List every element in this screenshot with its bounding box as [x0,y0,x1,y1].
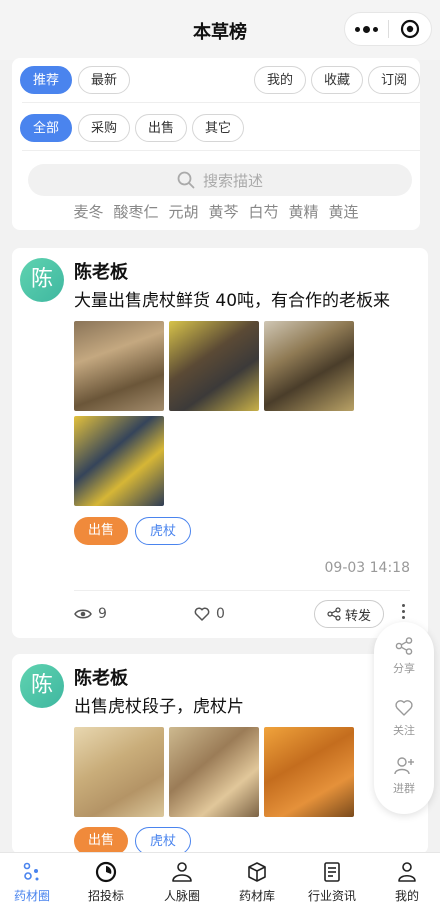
tab-subscriptions[interactable]: 订阅 [368,66,420,94]
tag-herb[interactable]: 虎杖 [135,827,192,855]
tab-industry-news[interactable]: 行业资讯 [296,861,368,904]
user-icon [398,862,416,882]
tag-sell[interactable]: 出售 [74,827,129,855]
tab-favorites[interactable]: 收藏 [311,66,363,94]
like-button[interactable]: 0 [194,606,225,622]
share-icon [327,607,341,621]
float-join-group-button[interactable]: 进群 [374,756,434,796]
herb-link[interactable]: 元胡 [168,203,198,221]
post-photo[interactable] [169,727,259,817]
filter-panel: 推荐 最新 我的 收藏 订阅 全部 采购 出售 其它 搜索描述 麦冬 酸枣仁 元胡黄… [12,58,420,230]
cube-icon [248,862,266,882]
hot-herb-list: 麦冬 酸枣仁 元胡 黄芩 白芍 黄精 黄连 [12,201,420,222]
eye-icon [74,609,92,619]
herb-link[interactable]: 黄精 [289,203,319,221]
bubbles-icon [23,862,39,881]
heart-icon [395,700,413,716]
post-photo[interactable] [74,416,164,506]
tab-herb-circle[interactable]: 药材圈 [0,861,68,904]
bottom-tab-bar: 药材圈 招投标 人脉圈 药材库 行业资讯 我的 [0,852,440,921]
users-icon [172,862,192,882]
post-photo[interactable] [74,727,164,817]
type-all[interactable]: 全部 [20,114,72,142]
author-name[interactable]: 陈老板 [74,664,128,690]
heart-icon [194,607,210,621]
type-sell[interactable]: 出售 [135,114,187,142]
add-user-icon [394,757,414,775]
target-icon [400,19,420,39]
post-photo[interactable] [169,321,259,411]
post-time: 09-03 14:18 [324,560,410,576]
tag-sell[interactable]: 出售 [74,517,129,545]
type-purchase[interactable]: 采购 [78,114,130,142]
avatar[interactable]: 陈 [20,664,64,708]
avatar[interactable]: 陈 [20,258,64,302]
floating-action-bar: 分享 关注 进群 [374,622,434,814]
tab-contacts[interactable]: 人脉圈 [146,861,218,904]
tab-herb-library[interactable]: 药材库 [221,861,293,904]
author-name[interactable]: 陈老板 [74,258,128,284]
nav-bar: 本草榜 [0,0,440,60]
post-photo[interactable] [264,727,354,817]
herb-link[interactable]: 酸枣仁 [113,203,158,221]
document-icon [324,862,340,882]
mini-program-capsule [344,12,432,46]
post-photo[interactable] [264,321,354,411]
search-input[interactable]: 搜索描述 [28,164,412,196]
timer-icon [95,861,117,883]
tab-recommend[interactable]: 推荐 [20,66,72,94]
herb-link[interactable]: 麦冬 [73,203,103,221]
forward-button[interactable]: 转发 [314,600,384,628]
herb-link[interactable]: 黄芩 [208,203,238,221]
post-content: 出售虎杖段子，虎杖片 [74,697,244,717]
type-other[interactable]: 其它 [192,114,244,142]
more-options-icon[interactable] [400,604,406,619]
post-card[interactable]: 陈 陈老板 出售虎杖段子，虎杖片 出售 虎杖 [12,654,428,855]
search-placeholder: 搜索描述 [202,171,263,190]
float-follow-button[interactable]: 关注 [374,698,434,738]
tab-mine[interactable]: 我的 [371,861,440,904]
search-icon [177,171,195,189]
herb-link[interactable]: 白芍 [249,203,279,221]
close-miniprogram-button[interactable] [389,12,431,46]
more-menu-button[interactable] [345,12,388,46]
view-count: 9 [74,606,107,622]
tab-mine[interactable]: 我的 [254,66,306,94]
share-icon [395,637,413,655]
float-share-button[interactable]: 分享 [374,636,434,676]
post-content: 大量出售虎杖鲜货 40吨，有合作的老板来 [74,291,391,311]
tab-latest[interactable]: 最新 [78,66,130,94]
post-card[interactable]: 陈 陈老板 大量出售虎杖鲜货 40吨，有合作的老板来 出售 虎杖 09-03 1… [12,248,428,638]
tab-bidding[interactable]: 招投标 [70,861,142,904]
tag-herb[interactable]: 虎杖 [135,517,192,545]
post-photo[interactable] [74,321,164,411]
herb-link[interactable]: 黄连 [329,203,359,221]
